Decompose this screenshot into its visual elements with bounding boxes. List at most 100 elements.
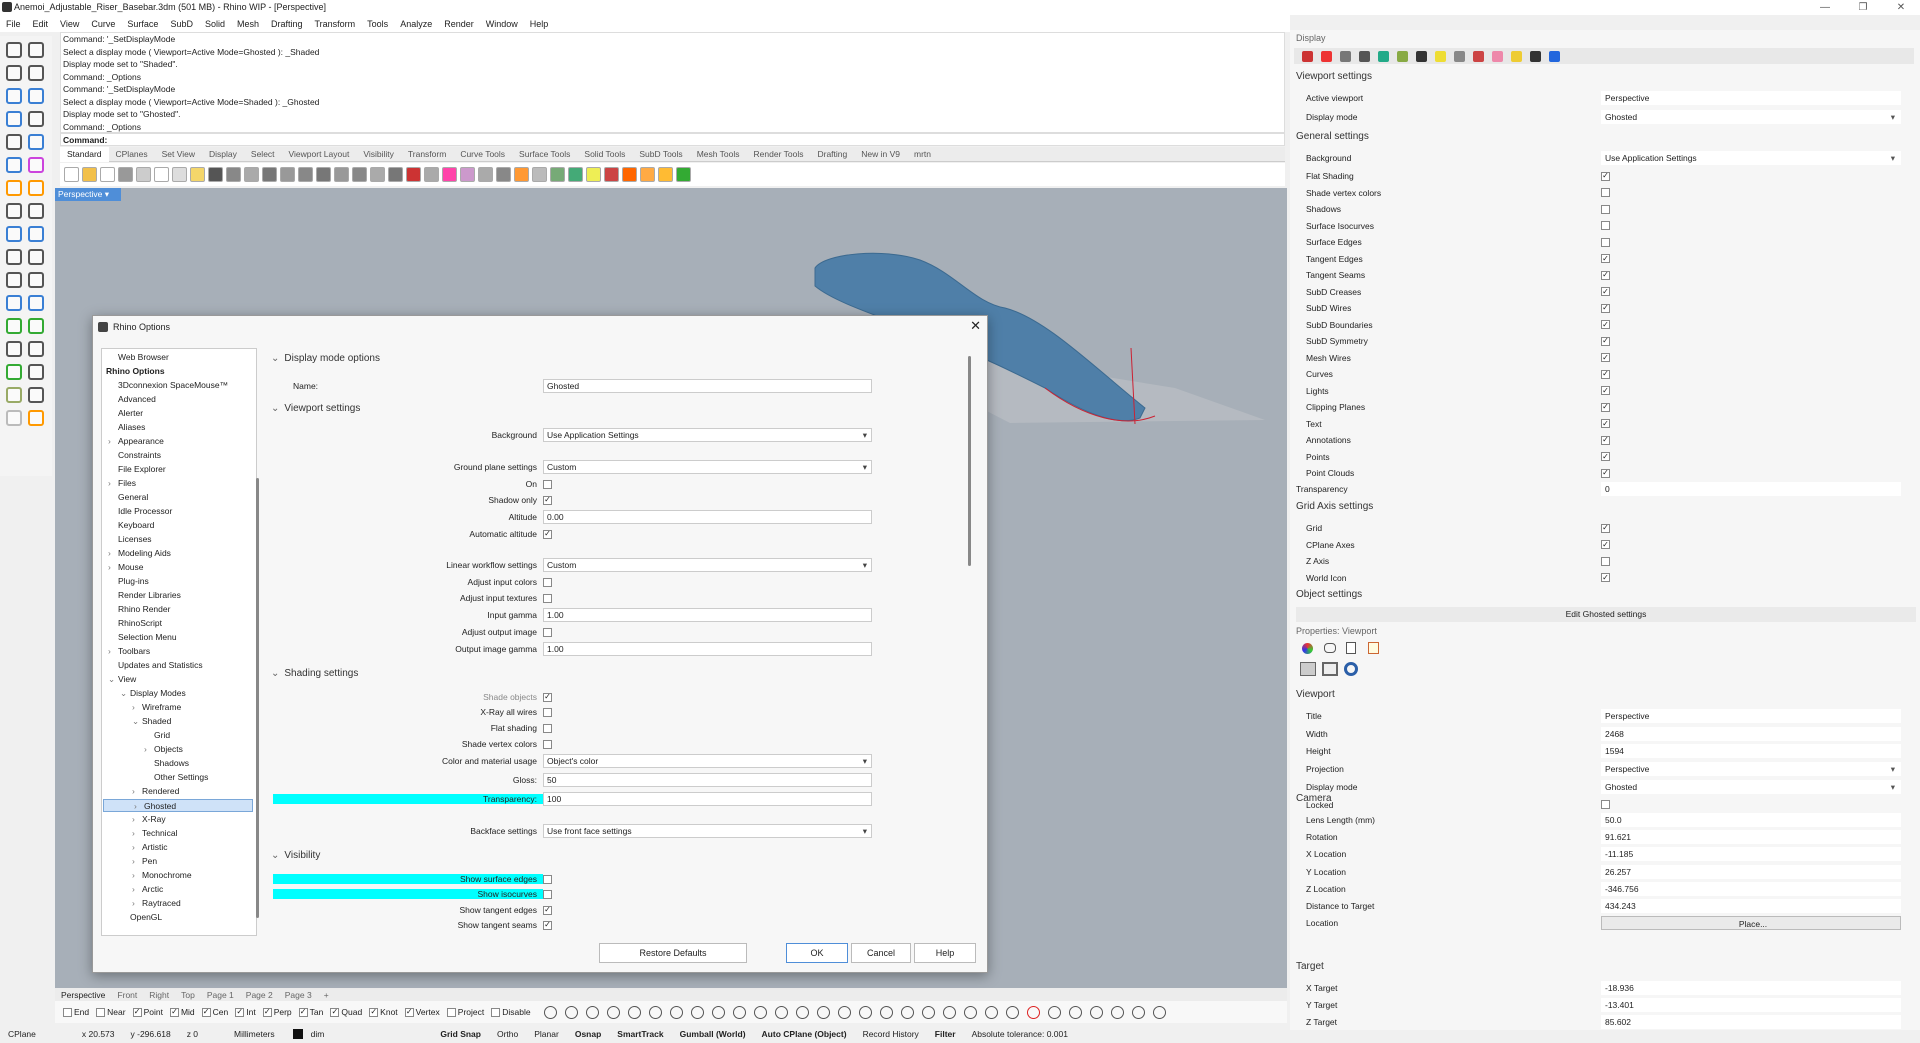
left-tool-icon[interactable] bbox=[6, 203, 22, 219]
display-checkbox[interactable]: ✓ bbox=[1601, 270, 1610, 280]
left-tool-icon[interactable] bbox=[6, 111, 22, 127]
camera-icon[interactable] bbox=[1300, 662, 1316, 676]
left-tool-icon[interactable] bbox=[28, 180, 44, 196]
on-checkbox[interactable] bbox=[543, 479, 552, 489]
toolbar-tab-subd-tools[interactable]: SubD Tools bbox=[632, 149, 689, 159]
display-checkbox[interactable]: ✓ bbox=[1601, 369, 1610, 379]
display-panel-icon[interactable] bbox=[1473, 50, 1484, 62]
property-field[interactable]: 50.0 bbox=[1601, 813, 1901, 827]
tree-expander-icon[interactable]: › bbox=[132, 897, 135, 910]
tree-expander-icon[interactable]: › bbox=[132, 785, 135, 798]
display-panel-icon[interactable] bbox=[1397, 50, 1408, 62]
transparency-field[interactable]: 0 bbox=[1601, 482, 1901, 496]
osnap-checkbox[interactable] bbox=[63, 1007, 72, 1017]
display-checkbox[interactable]: ✓ bbox=[1601, 435, 1610, 445]
osnap-checkbox[interactable]: ✓ bbox=[369, 1007, 379, 1017]
display-checkbox[interactable]: ✓ bbox=[1601, 303, 1610, 313]
snap-tool-icon[interactable] bbox=[690, 1005, 704, 1019]
toolbar-tool-icon[interactable] bbox=[424, 167, 439, 182]
toolbar-tab-display[interactable]: Display bbox=[202, 149, 244, 159]
snap-tool-icon[interactable] bbox=[711, 1005, 725, 1019]
place-button[interactable]: Place... bbox=[1601, 916, 1901, 931]
status-osnap[interactable]: Osnap bbox=[567, 1029, 609, 1039]
tree-item-appearance[interactable]: › Appearance bbox=[102, 435, 256, 448]
osnap-checkbox[interactable]: ✓ bbox=[298, 1007, 308, 1017]
viewport-label[interactable]: Perspective ▾ bbox=[55, 188, 121, 201]
osnap-checkbox[interactable] bbox=[491, 1007, 501, 1017]
tree-item-updates-and-statistics[interactable]: Updates and Statistics bbox=[102, 659, 256, 672]
tree-expander-icon[interactable]: › bbox=[144, 743, 147, 756]
toolbar-tool-icon[interactable] bbox=[262, 167, 277, 182]
left-tool-icon[interactable] bbox=[28, 88, 44, 104]
snap-tool-icon[interactable] bbox=[816, 1005, 830, 1019]
left-tool-icon[interactable] bbox=[6, 157, 22, 173]
toolbar-tool-icon[interactable] bbox=[64, 167, 79, 182]
snap-tool-icon[interactable] bbox=[1131, 1005, 1145, 1019]
snap-tool-icon[interactable] bbox=[669, 1005, 683, 1019]
property-field[interactable]: -346.756 bbox=[1601, 881, 1901, 896]
snap-tool-icon[interactable] bbox=[1026, 1005, 1040, 1019]
display-checkbox[interactable]: ✓ bbox=[1601, 254, 1610, 263]
toolbar-tool-icon[interactable] bbox=[496, 167, 511, 182]
menu-render[interactable]: Render bbox=[438, 19, 480, 29]
menu-curve[interactable]: Curve bbox=[85, 19, 121, 29]
toolbar-tool-icon[interactable] bbox=[478, 167, 493, 182]
display-checkbox[interactable] bbox=[1601, 188, 1610, 197]
menu-transform[interactable]: Transform bbox=[309, 19, 362, 29]
menu-help[interactable]: Help bbox=[524, 19, 555, 29]
property-field[interactable]: -18.936 bbox=[1601, 981, 1901, 995]
display-checkbox[interactable] bbox=[1601, 204, 1610, 214]
display-panel-icon[interactable] bbox=[1340, 50, 1351, 62]
tree-expander-icon[interactable]: ⌄ bbox=[120, 687, 127, 700]
left-tool-icon[interactable] bbox=[28, 249, 44, 265]
osnap-checkbox[interactable]: ✓ bbox=[201, 1007, 211, 1017]
toolbar-tab-select[interactable]: Select bbox=[244, 149, 282, 159]
osnap-vertex[interactable]: ✓ Vertex bbox=[404, 1007, 440, 1017]
left-tool-icon[interactable] bbox=[6, 226, 22, 242]
grid-checkbox[interactable]: ✓ bbox=[1601, 540, 1610, 549]
property-field[interactable]: 1594 bbox=[1601, 744, 1901, 759]
left-tool-icon[interactable] bbox=[6, 318, 22, 334]
property-field[interactable]: -13.401 bbox=[1601, 998, 1901, 1013]
left-tool-icon[interactable] bbox=[6, 341, 22, 357]
osnap-checkbox[interactable]: ✓ bbox=[169, 1007, 179, 1017]
left-tool-icon[interactable] bbox=[28, 295, 44, 311]
osnap-mid[interactable]: ✓ Mid bbox=[169, 1007, 195, 1017]
snap-tool-icon[interactable] bbox=[837, 1005, 851, 1019]
toolbar-tool-icon[interactable] bbox=[352, 167, 367, 182]
toolbar-tool-icon[interactable] bbox=[154, 167, 169, 182]
altitude-field[interactable]: 0.00 bbox=[543, 510, 872, 524]
display-mode-select[interactable]: Ghosted bbox=[1601, 110, 1901, 124]
menu-file[interactable]: File bbox=[0, 19, 27, 29]
status-gumball-world-[interactable]: Gumball (World) bbox=[672, 1029, 754, 1039]
left-tool-icon[interactable] bbox=[6, 180, 22, 196]
tree-item-raytraced[interactable]: › Raytraced bbox=[102, 897, 256, 910]
notes-icon[interactable] bbox=[1368, 642, 1379, 654]
viewport-tab-right[interactable]: Right bbox=[143, 990, 175, 1000]
tree-item-advanced[interactable]: Advanced bbox=[102, 393, 256, 406]
display-checkbox[interactable] bbox=[1601, 237, 1610, 247]
toolbar-tool-icon[interactable] bbox=[100, 167, 115, 182]
left-tool-icon[interactable] bbox=[6, 387, 22, 403]
show-isocurves-checkbox[interactable] bbox=[543, 889, 552, 899]
background-select[interactable]: Use Application Settings bbox=[543, 428, 872, 442]
tree-item-3dconnexion-spacemouse-[interactable]: 3Dconnexion SpaceMouse™ bbox=[102, 379, 256, 392]
tree-scrollbar[interactable] bbox=[255, 348, 260, 936]
toolbar-tool-icon[interactable] bbox=[136, 167, 151, 182]
ok-button[interactable]: OK bbox=[786, 943, 848, 963]
toolbar-tab-viewport-layout[interactable]: Viewport Layout bbox=[282, 149, 357, 159]
snap-tool-icon[interactable] bbox=[984, 1005, 998, 1019]
toolbar-tool-icon[interactable] bbox=[568, 167, 583, 182]
display-panel-icon[interactable] bbox=[1416, 50, 1427, 62]
toolbar-tool-icon[interactable] bbox=[586, 167, 601, 182]
input-gamma-field[interactable]: 1.00 bbox=[543, 608, 872, 622]
snap-tool-icon[interactable] bbox=[1068, 1005, 1082, 1019]
viewport-tab-perspective[interactable]: Perspective bbox=[55, 990, 111, 1000]
snap-tool-icon[interactable] bbox=[606, 1005, 620, 1019]
property-field[interactable]: -11.185 bbox=[1601, 847, 1901, 862]
tree-expander-icon[interactable]: › bbox=[132, 827, 135, 840]
left-tool-icon[interactable] bbox=[28, 272, 44, 288]
tree-item-rhino-options[interactable]: Rhino Options bbox=[102, 365, 256, 378]
snap-tool-icon[interactable] bbox=[585, 1005, 599, 1019]
osnap-checkbox[interactable] bbox=[446, 1007, 456, 1017]
